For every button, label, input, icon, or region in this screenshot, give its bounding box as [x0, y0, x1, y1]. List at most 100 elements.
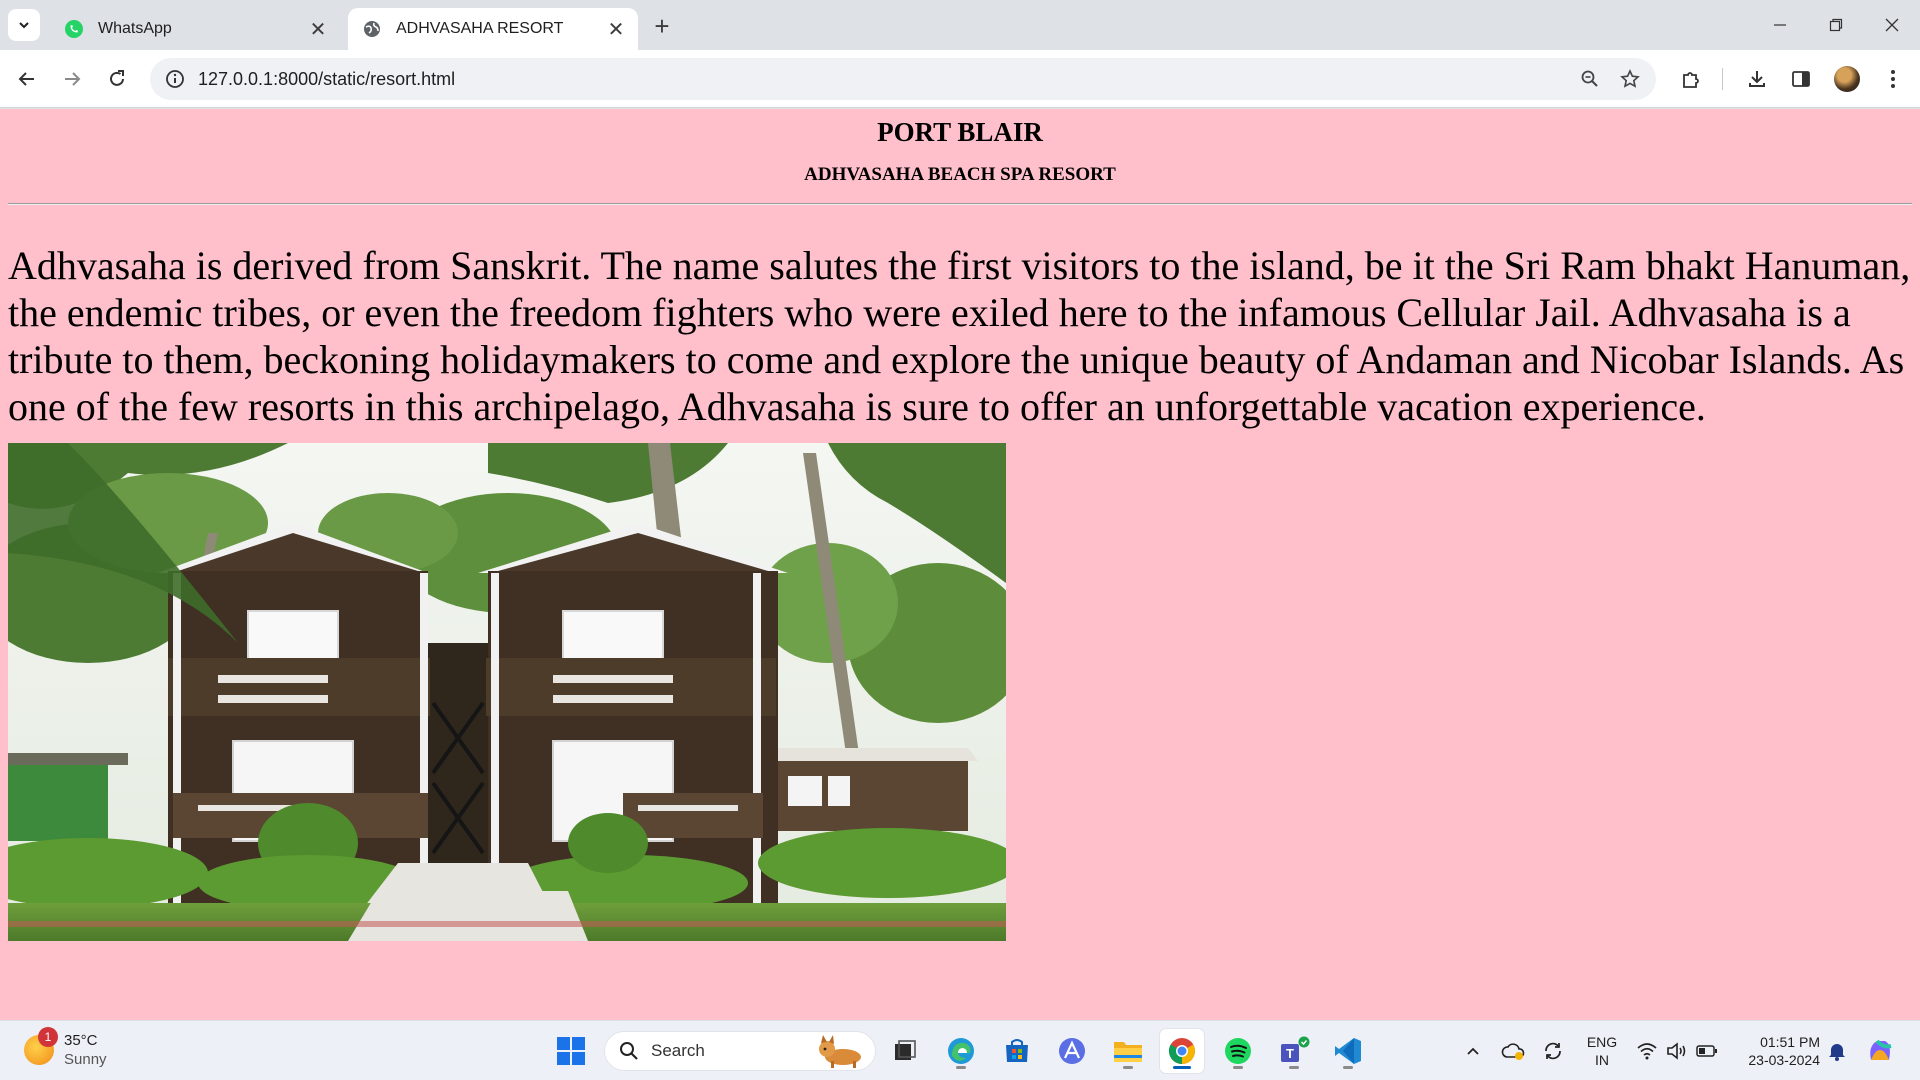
folder-icon: [1114, 1042, 1142, 1062]
zoom-button[interactable]: [1570, 59, 1610, 99]
svg-text:T: T: [1286, 1046, 1294, 1061]
close-icon[interactable]: ✕: [304, 15, 332, 43]
wifi-icon: [1637, 1043, 1657, 1060]
teams-app[interactable]: T: [1272, 1029, 1316, 1073]
volume-tray[interactable]: [1662, 1021, 1692, 1080]
page-subtitle: ADHVASAHA BEACH SPA RESORT: [804, 164, 1116, 185]
edge-app[interactable]: [939, 1029, 983, 1073]
info-icon[interactable]: [164, 68, 186, 90]
region-code: IN: [1595, 1052, 1609, 1068]
wifi-tray[interactable]: [1632, 1021, 1662, 1080]
clock-time: 01:51 PM: [1760, 1034, 1820, 1050]
search-placeholder: Search: [651, 1041, 705, 1060]
back-button[interactable]: [10, 62, 44, 96]
start-button[interactable]: [549, 1029, 593, 1073]
weather-temperature: 35°C: [64, 1032, 98, 1049]
restore-button[interactable]: [1808, 0, 1864, 50]
extensions-button[interactable]: [1674, 62, 1708, 96]
close-icon[interactable]: ✕: [602, 15, 630, 43]
weather-condition: Sunny: [64, 1051, 107, 1068]
running-indicator: [1123, 1066, 1133, 1069]
battery-icon: [1696, 1045, 1717, 1057]
downloads-button[interactable]: [1740, 62, 1774, 96]
chevron-up-icon: [1467, 1047, 1479, 1055]
tab-title: ADHVASAHA RESORT: [396, 20, 564, 37]
arrow-right-icon: [65, 72, 81, 86]
clock-date: 23-03-2024: [1748, 1052, 1820, 1068]
profile-button[interactable]: [1830, 62, 1864, 96]
minimize-button[interactable]: [1752, 0, 1808, 50]
puzzle-icon: [1683, 72, 1699, 88]
reload-icon: [110, 70, 124, 86]
taskbar: 1 35°C Sunny Search T ENG IN 01:51 PM 23…: [0, 1020, 1920, 1080]
whatsapp-icon: [65, 20, 83, 38]
dog-icon: [819, 1035, 861, 1068]
toolbar-divider: [1722, 68, 1723, 90]
running-indicator: [956, 1066, 966, 1069]
page-viewport: PORT BLAIR ADHVASAHA BEACH SPA RESORT Ad…: [0, 109, 1920, 1020]
triangle-app-icon: [1059, 1038, 1085, 1064]
chrome-app[interactable]: [1160, 1029, 1204, 1073]
tab-whatsapp[interactable]: WhatsApp ✕: [50, 8, 340, 50]
chrome-icon: [1168, 1038, 1196, 1065]
vscode-app[interactable]: [1326, 1029, 1370, 1073]
taskbar-search[interactable]: Search: [604, 1031, 876, 1071]
running-indicator: [1289, 1066, 1299, 1069]
address-bar[interactable]: 127.0.0.1:8000/static/resort.html: [150, 58, 1656, 100]
tab-search-button[interactable]: [8, 9, 40, 41]
page-title: PORT BLAIR: [877, 117, 1043, 147]
side-panel-button[interactable]: [1784, 62, 1818, 96]
copilot-icon: [1870, 1039, 1892, 1060]
notification-badge: 1: [38, 1027, 58, 1047]
onedrive-tray[interactable]: [1498, 1021, 1528, 1080]
language-indicator[interactable]: ENG IN: [1582, 1033, 1622, 1069]
tab-strip: WhatsApp ✕ ADHVASAHA RESORT ✕ +: [0, 0, 1920, 50]
arrow-left-icon: [18, 72, 34, 86]
running-indicator: [1233, 1066, 1243, 1069]
reload-button[interactable]: [100, 62, 134, 96]
notifications-button[interactable]: [1822, 1021, 1852, 1080]
spotify-app[interactable]: [1216, 1029, 1260, 1073]
bookmark-button[interactable]: [1610, 59, 1650, 99]
close-icon: [1885, 18, 1899, 32]
copilot-button[interactable]: [1862, 1021, 1898, 1080]
windows-icon: [557, 1037, 585, 1065]
url-text[interactable]: 127.0.0.1:8000/static/resort.html: [198, 69, 1570, 90]
cloud-icon: [1501, 1043, 1525, 1060]
show-hidden-icons-button[interactable]: [1460, 1021, 1486, 1080]
menu-button[interactable]: [1876, 62, 1910, 96]
language-code: ENG: [1586, 1034, 1618, 1050]
copilot-app[interactable]: [1050, 1029, 1094, 1073]
system-clock[interactable]: 01:51 PM 23-03-2024: [1730, 1033, 1820, 1069]
new-tab-button[interactable]: +: [648, 11, 676, 41]
star-icon: [1620, 69, 1640, 88]
store-icon: [1006, 1039, 1028, 1062]
teams-icon: T: [1281, 1036, 1310, 1062]
running-indicator: [1343, 1066, 1353, 1069]
avatar: [1834, 66, 1860, 92]
sun-icon: 1: [24, 1027, 58, 1065]
close-window-button[interactable]: [1864, 0, 1920, 50]
task-view-button[interactable]: [883, 1029, 927, 1073]
resort-photo: [8, 443, 1006, 941]
spotify-icon: [1225, 1038, 1251, 1064]
weather-widget[interactable]: 1 35°C Sunny: [24, 1027, 107, 1069]
task-view-icon: [895, 1040, 916, 1060]
browser-toolbar: 127.0.0.1:8000/static/resort.html: [0, 50, 1920, 108]
window-controls: [1752, 0, 1920, 50]
forward-button[interactable]: [55, 62, 89, 96]
tab-adhvasaha-resort[interactable]: ADHVASAHA RESORT ✕: [348, 8, 638, 50]
sync-icon: [1545, 1042, 1561, 1060]
download-icon: [1749, 71, 1765, 87]
search-icon: [620, 1042, 638, 1060]
restore-icon: [1829, 18, 1843, 32]
vscode-icon: [1335, 1038, 1361, 1064]
file-explorer-app[interactable]: [1106, 1029, 1150, 1073]
bell-icon: [1829, 1044, 1845, 1061]
sync-tray[interactable]: [1538, 1021, 1568, 1080]
running-indicator: [1173, 1066, 1191, 1069]
speaker-icon: [1667, 1042, 1686, 1060]
zoom-out-icon: [1581, 70, 1598, 87]
battery-tray[interactable]: [1692, 1021, 1722, 1080]
store-app[interactable]: [995, 1029, 1039, 1073]
